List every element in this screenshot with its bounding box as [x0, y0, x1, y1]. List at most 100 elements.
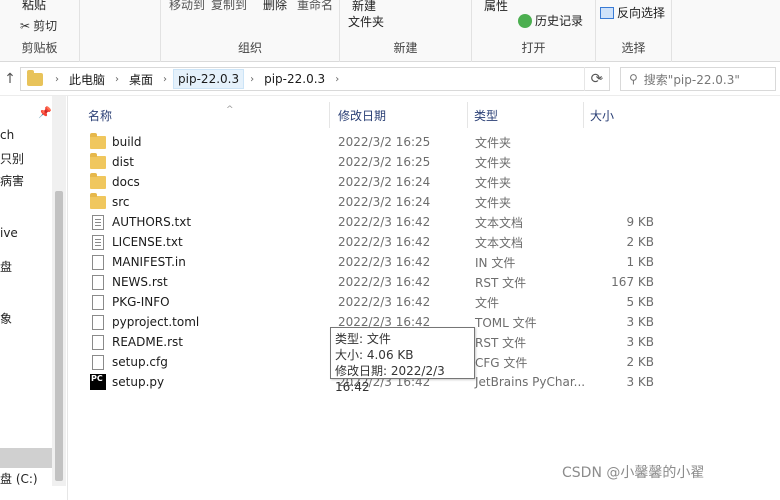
file-date: 2022/2/3 16:42: [338, 295, 431, 309]
column-header-name[interactable]: 名称 ^: [88, 102, 330, 128]
watermark: CSDN @小馨馨的小翟: [562, 465, 705, 481]
paste-button[interactable]: 粘贴: [22, 0, 46, 13]
file-name-cell: README.rst: [90, 334, 184, 350]
file-date: 2022/2/3 16:42: [338, 255, 431, 269]
file-size: 167 KB: [611, 275, 654, 289]
search-placeholder: 搜索"pip-22.0.3": [643, 72, 740, 87]
breadcrumb-pip-current[interactable]: pip-22.0.3: [260, 70, 329, 88]
address-toolbar: ↑ › 此电脑 › 桌面 › pip-22.0.3 › pip-22.0.3 ›…: [0, 62, 780, 96]
column-header-date[interactable]: 修改日期: [338, 102, 468, 128]
move-to-button[interactable]: 移动到: [169, 0, 205, 13]
text-file-icon: [92, 214, 104, 230]
file-date: 2022/3/2 16:24: [338, 175, 431, 189]
file-name: pyproject.toml: [112, 315, 200, 329]
nav-item[interactable]: 只别: [0, 150, 24, 167]
file-name: MANIFEST.in: [112, 255, 186, 269]
tooltip-type: 类型: 文件: [335, 332, 391, 346]
chevron-right-icon[interactable]: ›: [244, 74, 260, 85]
cut-button[interactable]: ✂ 剪切: [20, 17, 57, 34]
pin-icon[interactable]: 📌: [38, 106, 52, 119]
sort-caret-icon: ^: [226, 105, 234, 115]
file-name: NEWS.rst: [112, 275, 168, 289]
table-row[interactable]: src 2022/3/2 16:24 文件夹: [86, 192, 666, 212]
nav-item[interactable]: 病害: [0, 172, 24, 189]
invert-selection-button[interactable]: 反向选择: [600, 4, 665, 21]
new-folder-button[interactable]: 新建: [352, 0, 376, 14]
table-row[interactable]: PKG-INFO 2022/2/3 16:42 文件 5 KB: [86, 292, 666, 312]
folder-icon: [90, 152, 106, 169]
file-size: 1 KB: [626, 255, 654, 269]
file-name-cell: NEWS.rst: [90, 274, 168, 290]
search-input[interactable]: ⚲ 搜索"pip-22.0.3": [620, 67, 776, 91]
breadcrumb-desktop[interactable]: 桌面: [125, 69, 157, 90]
navigation-pane: 📌 ch 只别 病害 ive 盘 象 盘 (C:): [0, 96, 68, 500]
file-name-cell: MANIFEST.in: [90, 254, 186, 270]
chevron-right-icon[interactable]: ›: [329, 74, 345, 85]
file-size: 3 KB: [626, 375, 654, 389]
file-name: setup.cfg: [112, 355, 168, 369]
copy-to-button[interactable]: 复制到: [211, 0, 247, 13]
file-date: 2022/2/3 16:42: [338, 215, 431, 229]
file-name: setup.py: [112, 375, 165, 389]
column-header-size[interactable]: 大小: [590, 102, 660, 128]
delete-button[interactable]: 删除: [263, 0, 287, 13]
file-name-cell: PC setup.py: [90, 374, 164, 390]
nav-scrollbar[interactable]: [52, 96, 66, 486]
new-folder-label: 文件夹: [348, 15, 385, 29]
chevron-right-icon[interactable]: ›: [49, 74, 65, 85]
nav-item[interactable]: ive: [0, 226, 18, 240]
history-button[interactable]: 历史记录: [518, 12, 583, 29]
nav-item-drive-c[interactable]: 盘 (C:): [0, 470, 38, 487]
ribbon-group-clipboard: 粘贴 ✂ 剪切 剪贴板: [0, 0, 80, 62]
table-row[interactable]: build 2022/3/2 16:25 文件夹: [86, 132, 666, 152]
file-type: IN 文件: [475, 255, 516, 270]
file-icon: [92, 354, 104, 370]
group-label-open: 打开: [521, 41, 546, 55]
scissors-icon: ✂: [20, 18, 31, 33]
file-name: AUTHORS.txt: [112, 215, 192, 229]
pycharm-icon: PC: [90, 374, 106, 390]
up-arrow-icon[interactable]: ↑: [2, 71, 18, 87]
breadcrumb-pip-parent[interactable]: pip-22.0.3: [173, 69, 245, 89]
file-type: 文本文档: [475, 235, 524, 250]
nav-item[interactable]: 象: [0, 310, 12, 327]
nav-scrollbar-thumb[interactable]: [55, 191, 63, 481]
file-size: 3 KB: [626, 335, 654, 349]
file-date: 2022/3/2 16:25: [338, 155, 431, 169]
properties-button[interactable]: 属性: [484, 0, 508, 14]
table-row[interactable]: LICENSE.txt 2022/2/3 16:42 文本文档 2 KB: [86, 232, 666, 252]
table-row[interactable]: MANIFEST.in 2022/2/3 16:42 IN 文件 1 KB: [86, 252, 666, 272]
address-bar[interactable]: › 此电脑 › 桌面 › pip-22.0.3 › pip-22.0.3 › ⌄: [20, 67, 610, 91]
nav-item[interactable]: 盘: [0, 258, 12, 275]
column-header-type[interactable]: 类型: [474, 102, 584, 128]
file-date: 2022/2/3 16:42: [338, 275, 431, 289]
refresh-icon[interactable]: ⟳: [584, 67, 608, 91]
table-row[interactable]: docs 2022/3/2 16:24 文件夹: [86, 172, 666, 192]
ribbon-group-select: 反向选择 选择: [596, 0, 672, 62]
file-tooltip: 类型: 文件 大小: 4.06 KB 修改日期: 2022/2/3 16:42: [330, 327, 475, 394]
group-label-clipboard: 剪贴板: [21, 41, 58, 55]
file-name: PKG-INFO: [112, 295, 170, 309]
ribbon-group-open: 属性 历史记录 打开: [472, 0, 596, 62]
file-name: README.rst: [112, 335, 184, 349]
ribbon-group-organize: 移动到 复制到 删除 重命名 组织: [160, 0, 340, 62]
file-date: 2022/2/3 16:42: [338, 235, 431, 249]
nav-item[interactable]: ch: [0, 128, 14, 142]
chevron-right-icon[interactable]: ›: [157, 74, 173, 85]
table-row[interactable]: dist 2022/3/2 16:25 文件夹: [86, 152, 666, 172]
file-type: RST 文件: [475, 335, 527, 350]
table-row[interactable]: AUTHORS.txt 2022/2/3 16:42 文本文档 9 KB: [86, 212, 666, 232]
file-name-cell: build: [90, 132, 142, 149]
file-icon: [92, 254, 104, 270]
history-icon: [518, 13, 532, 28]
file-name: dist: [112, 155, 134, 169]
group-label-organize: 组织: [237, 41, 262, 55]
text-file-icon: [92, 234, 104, 250]
rename-button[interactable]: 重命名: [297, 0, 333, 13]
file-name: build: [112, 135, 142, 149]
breadcrumb-this-pc[interactable]: 此电脑: [65, 69, 109, 90]
file-name-cell: pyproject.toml: [90, 314, 200, 330]
chevron-right-icon[interactable]: ›: [109, 74, 125, 85]
table-row[interactable]: NEWS.rst 2022/2/3 16:42 RST 文件 167 KB: [86, 272, 666, 292]
file-date: 2022/3/2 16:25: [338, 135, 431, 149]
